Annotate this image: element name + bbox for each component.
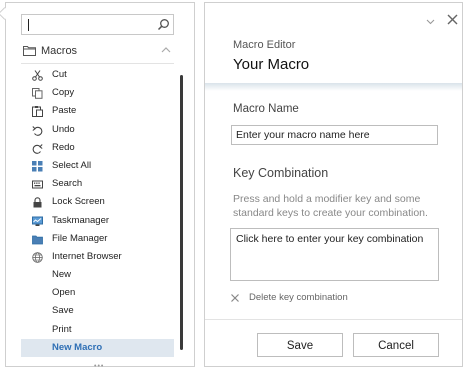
menu-item-label: Internet Browser xyxy=(52,250,122,262)
folder-icon xyxy=(23,46,36,56)
scrollbar-thumb[interactable] xyxy=(180,75,183,350)
popover-pointer xyxy=(0,7,11,20)
scissors-icon xyxy=(32,70,43,81)
folder-icon xyxy=(32,235,43,245)
macros-section-header[interactable]: Macros xyxy=(21,41,174,61)
close-icon xyxy=(231,294,239,302)
search-input[interactable] xyxy=(25,17,150,32)
menu-item-label: File Manager xyxy=(52,232,108,244)
macro-list: Cut Copy Paste Undo Redo Select All Sear… xyxy=(21,66,174,357)
macro-name-field[interactable] xyxy=(231,125,438,145)
menu-item-new-macro[interactable]: New Macro xyxy=(21,338,174,357)
resize-grip-icon[interactable]: ••• xyxy=(94,363,104,370)
menu-item-cut[interactable]: Cut xyxy=(21,66,174,84)
menu-item-taskmanager[interactable]: Taskmanager xyxy=(21,212,174,230)
menu-item-print[interactable]: Print xyxy=(21,321,174,339)
key-combination-help: Press and hold a modifier key and some s… xyxy=(233,193,428,219)
menu-item-lock-screen[interactable]: Lock Screen xyxy=(21,193,174,211)
cancel-button[interactable]: Cancel xyxy=(353,333,439,357)
menu-item-new[interactable]: New xyxy=(21,266,174,284)
menu-item-label: Search xyxy=(52,178,83,190)
menu-item-label: Redo xyxy=(52,141,75,153)
menu-item-label: Copy xyxy=(52,87,75,99)
menu-item-copy[interactable]: Copy xyxy=(21,84,174,102)
macro-list-panel: Macros Cut Copy Paste Undo Redo Select A… xyxy=(0,2,195,370)
search-box[interactable] xyxy=(21,14,174,35)
close-icon[interactable] xyxy=(447,14,458,25)
monitor-icon xyxy=(32,216,43,226)
menu-item-label: Save xyxy=(52,305,74,317)
header-shadow xyxy=(205,83,462,91)
menu-item-internet-browser[interactable]: Internet Browser xyxy=(21,248,174,266)
macro-editor-panel: Macro Editor Your Macro Macro Name Key C… xyxy=(204,2,463,367)
menu-item-open[interactable]: Open xyxy=(21,284,174,302)
globe-icon xyxy=(32,252,43,263)
redo-icon xyxy=(32,143,43,154)
menu-item-label: Taskmanager xyxy=(52,214,110,226)
menu-item-label: Paste xyxy=(52,105,77,117)
key-combination-label: Key Combination xyxy=(233,166,329,180)
save-button[interactable]: Save xyxy=(257,333,343,357)
section-label: Macros xyxy=(41,45,78,57)
menu-item-label: New xyxy=(52,269,72,281)
menu-item-label: Lock Screen xyxy=(52,196,105,208)
menu-item-paste[interactable]: Paste xyxy=(21,102,174,120)
menu-item-label: Cut xyxy=(52,69,67,80)
search-icon[interactable] xyxy=(157,18,170,31)
chevron-down-icon[interactable] xyxy=(426,17,435,26)
keyboard-icon xyxy=(32,180,43,189)
menu-item-label: Open xyxy=(52,287,76,299)
lock-icon xyxy=(33,197,42,208)
divider xyxy=(21,63,174,64)
menu-item-label: Undo xyxy=(52,123,75,135)
editor-subtitle: Macro Editor xyxy=(233,39,296,51)
menu-item-select-all[interactable]: Select All xyxy=(21,157,174,175)
paste-icon xyxy=(32,106,43,118)
editor-header: Macro Editor Your Macro xyxy=(205,3,462,83)
chevron-up-icon[interactable] xyxy=(161,46,171,54)
editor-title: Your Macro xyxy=(233,56,310,73)
menu-item-save[interactable]: Save xyxy=(21,302,174,320)
macro-name-label: Macro Name xyxy=(233,103,299,115)
menu-item-label: New Macro xyxy=(52,341,103,353)
undo-icon xyxy=(32,125,43,136)
menu-item-label: Print xyxy=(52,323,72,335)
menu-item-file-manager[interactable]: File Manager xyxy=(21,230,174,248)
menu-item-search[interactable]: Search xyxy=(21,175,174,193)
select-all-icon xyxy=(32,160,43,172)
copy-icon xyxy=(32,88,43,99)
menu-item-label: Select All xyxy=(52,159,92,171)
menu-item-redo[interactable]: Redo xyxy=(21,139,174,157)
menu-item-undo[interactable]: Undo xyxy=(21,121,174,139)
divider xyxy=(205,319,462,320)
key-combination-field[interactable]: Click here to enter your key combination xyxy=(230,228,439,281)
delete-key-combination-label: Delete key combination xyxy=(249,292,348,303)
